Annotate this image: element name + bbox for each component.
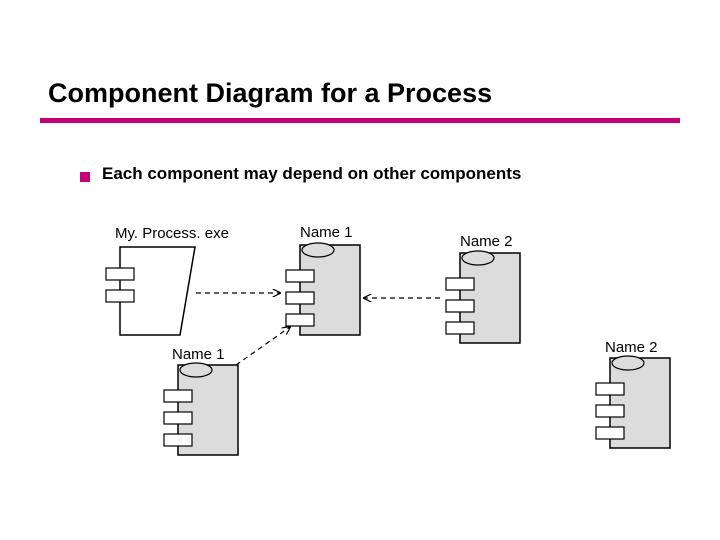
label-name1-bottom: Name 1 (172, 346, 225, 363)
dep-d-to-b (236, 327, 290, 365)
component-name2-bottom (596, 356, 670, 448)
label-myprocess: My. Process. exe (115, 225, 229, 242)
title-underline (40, 118, 680, 123)
component-name1-top (286, 243, 360, 335)
component-name1-bottom (164, 363, 238, 455)
component-name2-top (446, 251, 520, 343)
slide-title: Component Diagram for a Process (48, 78, 492, 109)
component-myprocess (106, 247, 195, 335)
bullet-icon (80, 172, 90, 182)
bullet-text: Each component may depend on other compo… (102, 164, 521, 184)
label-name2-bottom: Name 2 (605, 339, 658, 356)
label-name1-top: Name 1 (300, 224, 353, 241)
label-name2-top: Name 2 (460, 233, 513, 250)
